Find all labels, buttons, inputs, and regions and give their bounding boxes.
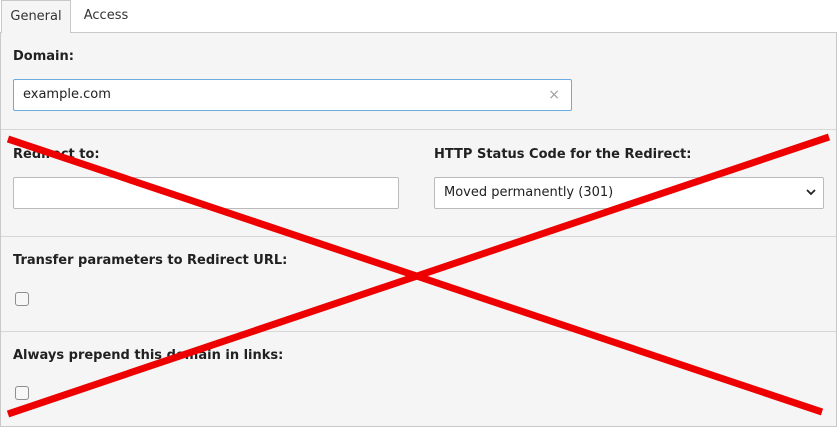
prepend-domain-checkbox[interactable] [15,386,29,400]
status-code-label: HTTP Status Code for the Redirect: [434,147,692,162]
domain-input-value: example.com [23,87,111,102]
page-root: General Access Domain: example.com × Red… [0,0,837,427]
clear-icon[interactable]: × [548,80,560,110]
transfer-params-checkbox[interactable] [15,292,29,306]
domain-input[interactable]: example.com × [13,79,572,111]
chevron-down-icon [806,189,816,196]
tab-access[interactable]: Access [72,0,140,31]
prepend-domain-section: Always prepend this domain in links: [1,331,836,427]
redirect-label: Redirect to: [13,147,100,162]
general-panel: Domain: example.com × Redirect to: HTTP … [0,32,837,427]
transfer-params-section: Transfer parameters to Redirect URL: [1,236,836,332]
redirect-input[interactable] [13,177,399,209]
status-code-selected: Moved permanently (301) [444,185,614,200]
domain-label: Domain: [13,49,74,64]
tab-general[interactable]: General [1,0,71,33]
status-code-select[interactable]: Moved permanently (301) [434,177,824,209]
tab-bar: General Access [0,0,837,33]
transfer-params-label: Transfer parameters to Redirect URL: [13,253,288,268]
domain-section: Domain: example.com × [1,33,836,129]
redirect-section: Redirect to: HTTP Status Code for the Re… [1,129,836,236]
prepend-domain-label: Always prepend this domain in links: [13,348,284,363]
